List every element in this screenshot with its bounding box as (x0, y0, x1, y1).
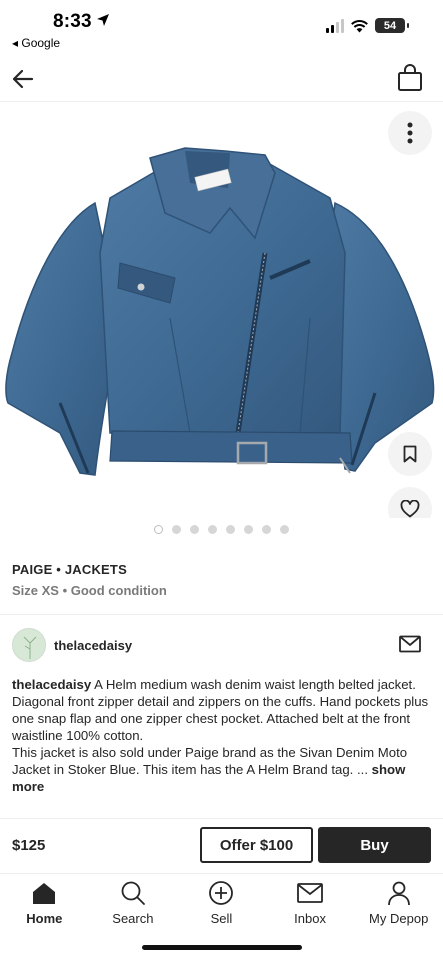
seller-username[interactable]: thelacedaisy (54, 638, 132, 653)
tab-label: Search (112, 911, 154, 926)
carousel-dot[interactable] (208, 525, 217, 534)
carousel-dot[interactable] (226, 525, 235, 534)
carousel-dot[interactable] (154, 525, 163, 534)
battery-icon: 54 (375, 18, 409, 33)
wifi-icon (351, 19, 368, 32)
tab-inbox[interactable]: Inbox (266, 876, 355, 932)
back-to-google-link[interactable]: ◂ Google (12, 36, 60, 50)
tab-home[interactable]: Home (0, 876, 89, 932)
bookmark-icon (403, 445, 417, 463)
buy-button[interactable]: Buy (318, 827, 431, 863)
search-icon (121, 881, 145, 905)
cellular-signal-icon (326, 18, 344, 33)
mail-icon[interactable] (399, 635, 421, 653)
tab-label: Inbox (294, 911, 326, 926)
avatar-image (23, 636, 37, 659)
person-icon (387, 881, 410, 906)
tab-label: My Depop (369, 911, 429, 926)
plus-circle-icon (209, 881, 234, 905)
tab-sell[interactable]: Sell (177, 876, 266, 932)
save-button[interactable] (388, 432, 432, 476)
carousel-dot[interactable] (280, 525, 289, 534)
item-description: thelacedaisy A Helm medium wash denim wa… (12, 676, 432, 795)
inbox-icon (297, 883, 323, 903)
status-bar: 8:33 ◂ Google 54 (0, 0, 443, 56)
status-time: 8:33 (53, 11, 92, 32)
tab-label: Sell (210, 911, 233, 926)
arrow-left-icon[interactable] (10, 66, 36, 92)
size-condition: Size XS • Good condition (12, 583, 167, 598)
home-icon (33, 883, 56, 904)
carousel-dot[interactable] (262, 525, 271, 534)
tab-my-depop[interactable]: My Depop (354, 876, 443, 932)
home-indicator (142, 945, 302, 950)
tab-label: Home (26, 911, 63, 926)
purchase-bar: $125 Offer $100 Buy (0, 818, 443, 874)
avatar[interactable] (12, 628, 46, 662)
more-vertical-icon (407, 122, 413, 144)
brand-category[interactable]: PAIGE • JACKETS (12, 562, 127, 577)
carousel-dot[interactable] (244, 525, 253, 534)
carousel-dot[interactable] (172, 525, 181, 534)
carousel-pagination (0, 525, 443, 534)
bottom-tab-bar: Home Search Sell Inbox My Depop (0, 876, 443, 932)
heart-icon (400, 500, 420, 518)
location-arrow-icon (97, 14, 109, 26)
carousel-dot[interactable] (190, 525, 199, 534)
description-username[interactable]: thelacedaisy (12, 677, 91, 692)
shopping-bag-icon[interactable] (397, 64, 423, 92)
product-image-carousel[interactable] (0, 103, 443, 518)
tab-search[interactable]: Search (89, 876, 178, 932)
top-navigation (0, 56, 443, 102)
more-options-button[interactable] (388, 111, 432, 155)
make-offer-button[interactable]: Offer $100 (200, 827, 313, 863)
divider (0, 614, 443, 615)
status-indicators: 54 (326, 18, 409, 33)
price: $125 (12, 837, 46, 854)
product-image (5, 147, 435, 476)
description-text-2: This jacket is also sold under Paige bra… (12, 745, 408, 777)
